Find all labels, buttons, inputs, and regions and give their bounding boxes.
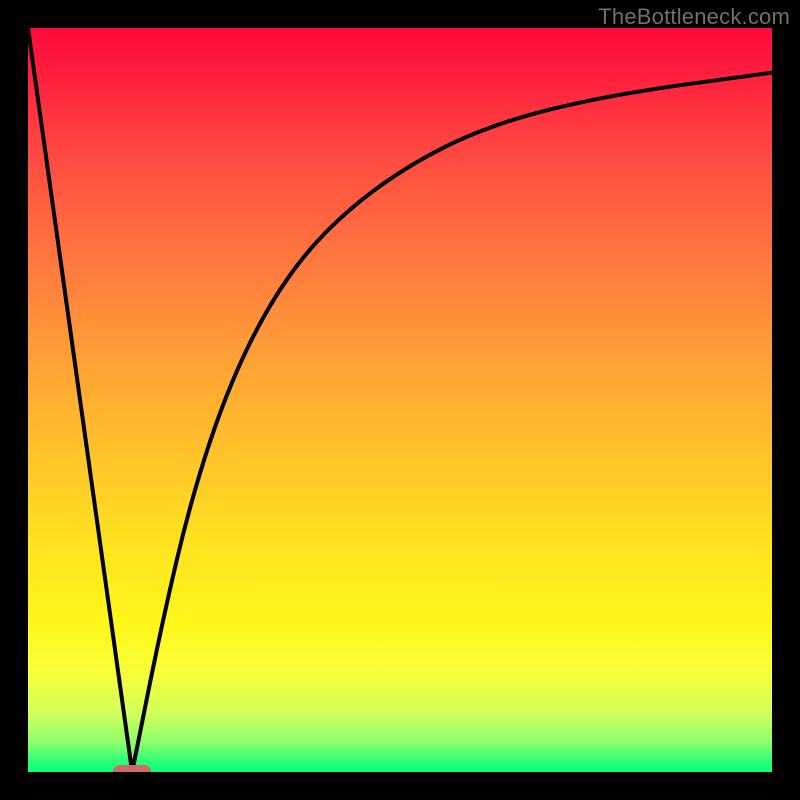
- chart-frame: TheBottleneck.com: [0, 0, 800, 800]
- curve-layer: [28, 28, 772, 772]
- plot-area: [28, 28, 772, 772]
- left-branch-curve: [28, 28, 132, 772]
- right-branch-curve: [132, 73, 772, 772]
- watermark-text: TheBottleneck.com: [598, 4, 790, 30]
- optimal-marker: [113, 765, 151, 772]
